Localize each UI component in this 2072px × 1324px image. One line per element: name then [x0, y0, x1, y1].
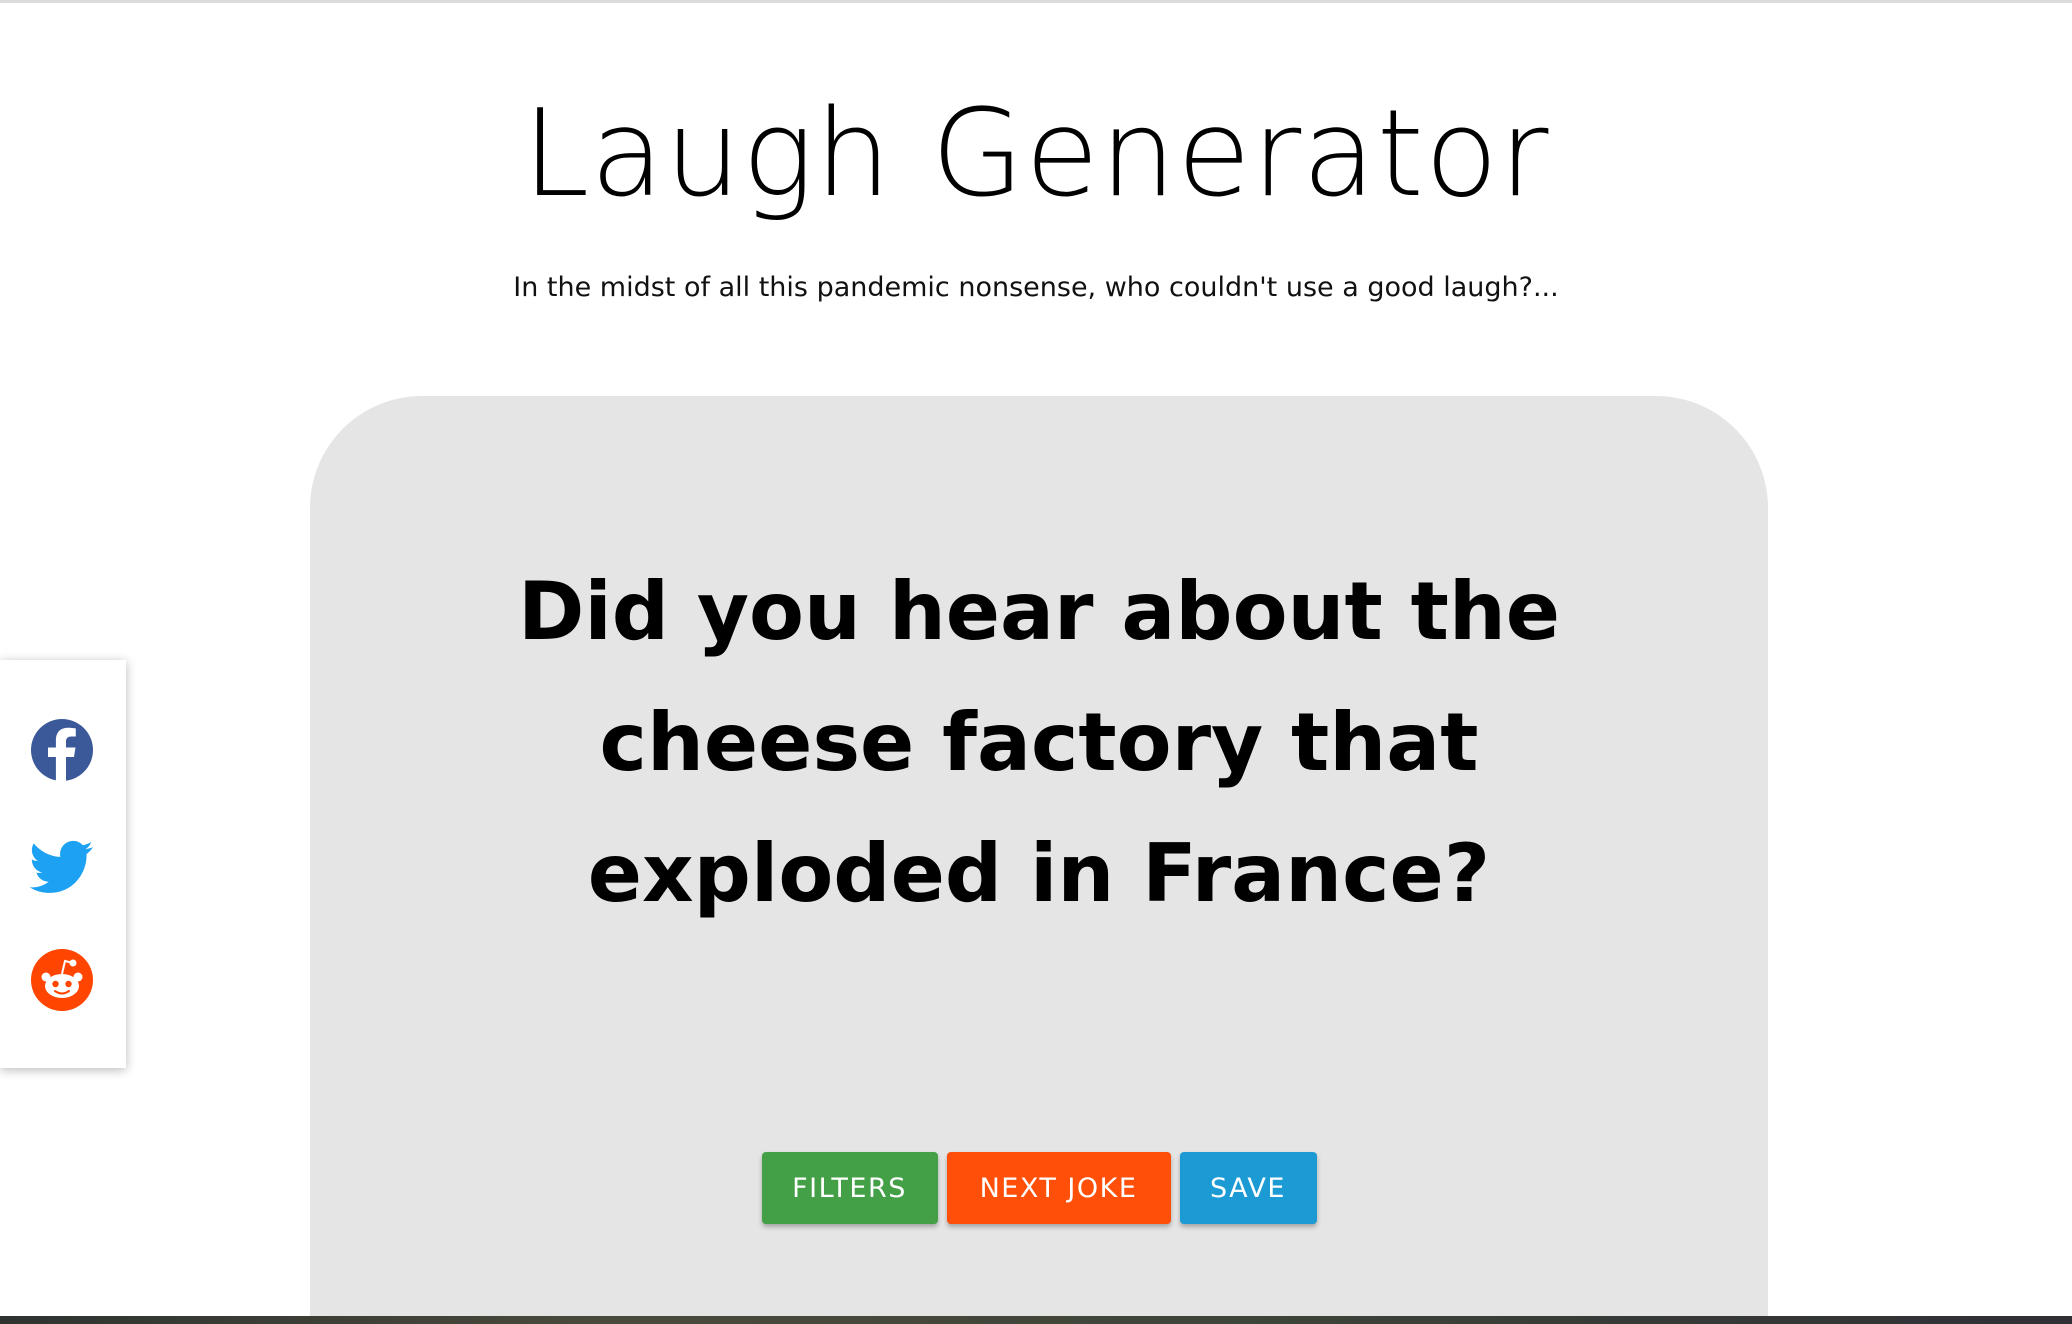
background-image-strip [0, 1316, 2072, 1324]
twitter-icon[interactable] [30, 834, 94, 898]
page-subtitle: In the midst of all this pandemic nonsen… [513, 272, 1559, 303]
action-buttons: FILTERS NEXT JOKE SAVE [310, 1152, 1768, 1224]
filters-button[interactable]: FILTERS [761, 1152, 938, 1224]
reddit-icon[interactable] [30, 948, 94, 1012]
facebook-icon[interactable] [30, 718, 94, 782]
joke-card: Did you hear about the cheese factory th… [310, 396, 1768, 1324]
top-divider [0, 0, 2072, 3]
next-joke-button[interactable]: NEXT JOKE [946, 1152, 1171, 1224]
save-button[interactable]: SAVE [1179, 1152, 1317, 1224]
share-sidebar [0, 660, 126, 1068]
page: Laugh Generator In the midst of all this… [0, 0, 2072, 1324]
page-title: Laugh Generator [522, 85, 1550, 224]
joke-text: Did you hear about the cheese factory th… [517, 565, 1561, 920]
